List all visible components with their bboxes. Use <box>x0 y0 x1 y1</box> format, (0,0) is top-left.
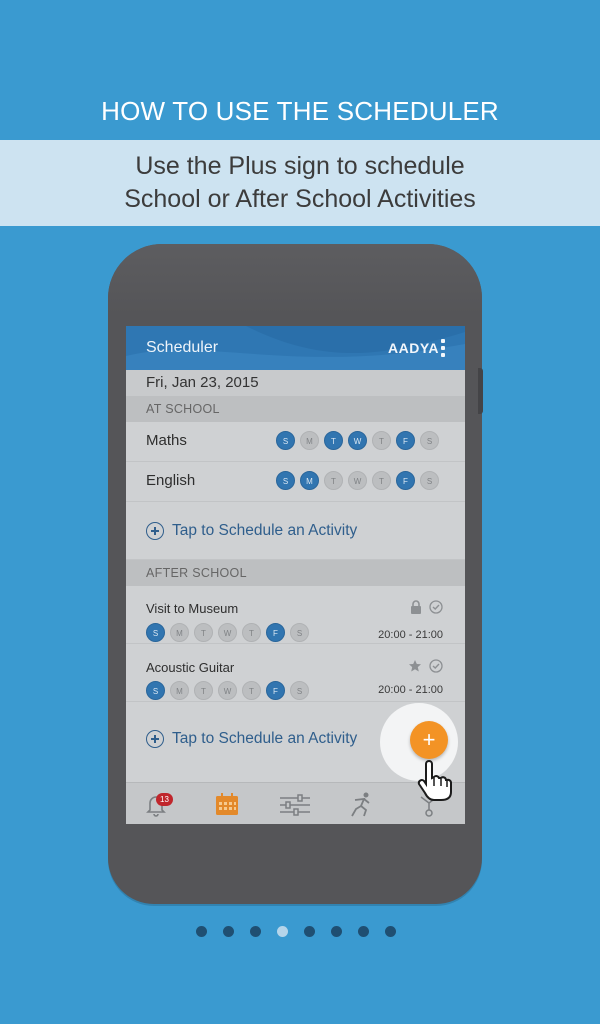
star-icon <box>409 660 421 672</box>
day-toggle[interactable]: S <box>290 623 309 642</box>
day-toggle[interactable]: S <box>146 623 165 642</box>
check-circle-icon <box>429 600 443 614</box>
day-toggle[interactable]: M <box>300 431 319 450</box>
day-toggle[interactable]: S <box>290 681 309 700</box>
add-circle-icon <box>146 730 164 748</box>
lock-icon <box>411 600 421 614</box>
day-toggle[interactable]: S <box>276 471 295 490</box>
activity-time: 20:00 - 21:00 <box>378 684 443 696</box>
day-toggle[interactable]: T <box>242 623 261 642</box>
activity-row-guitar[interactable]: Acoustic Guitar SMTWTFS 20:00 - 21:00 <box>126 644 465 702</box>
add-circle-icon <box>146 522 164 540</box>
app-bar: Scheduler AADYA <box>126 326 465 370</box>
page-dot[interactable] <box>196 926 207 937</box>
page-dot[interactable] <box>250 926 261 937</box>
day-toggle[interactable]: T <box>194 681 213 700</box>
day-toggle[interactable]: T <box>194 623 213 642</box>
at-school-schedule-row[interactable]: Tap to Schedule an Activity <box>126 502 465 560</box>
day-toggle[interactable]: T <box>372 431 391 450</box>
day-selector: SMTWTFS <box>276 431 439 450</box>
tap-schedule-after-school[interactable]: Tap to Schedule an Activity <box>146 730 357 748</box>
after-school-header: AFTER SCHOOL <box>126 560 465 586</box>
day-toggle[interactable]: T <box>324 431 343 450</box>
app-title: Scheduler <box>146 339 219 356</box>
page-dot[interactable] <box>385 926 396 937</box>
day-selector: SMTWTFS <box>146 623 309 642</box>
day-toggle[interactable]: W <box>218 681 237 700</box>
day-toggle[interactable]: S <box>146 681 165 700</box>
subheading-line-2: School or After School Activities <box>124 185 476 213</box>
subheading-band: Use the Plus sign to schedule School or … <box>0 140 600 226</box>
check-circle-icon <box>429 659 443 673</box>
tab-calendar[interactable] <box>213 791 241 819</box>
day-toggle[interactable]: W <box>348 471 367 490</box>
selected-date[interactable]: Fri, Jan 23, 2015 <box>126 370 465 396</box>
aadya-logo: AADYA <box>388 340 439 356</box>
page-dot[interactable] <box>304 926 315 937</box>
subheading-line-1: Use the Plus sign to schedule <box>135 152 465 180</box>
page-dot[interactable] <box>358 926 369 937</box>
day-toggle[interactable]: W <box>348 431 367 450</box>
day-selector: SMTWTFS <box>276 471 439 490</box>
calendar-icon <box>216 793 238 815</box>
at-school-header: AT SCHOOL <box>126 396 465 422</box>
add-activity-fab[interactable]: + <box>410 721 448 759</box>
day-toggle[interactable]: F <box>396 431 415 450</box>
activity-time: 20:00 - 21:00 <box>378 629 443 641</box>
day-toggle[interactable]: M <box>170 681 189 700</box>
subject-row-maths[interactable]: Maths SMTWTFS <box>126 422 465 462</box>
activity-name: Visit to Museum <box>146 601 239 616</box>
subject-name: English <box>146 472 196 489</box>
day-toggle[interactable]: M <box>170 623 189 642</box>
day-toggle[interactable]: S <box>276 431 295 450</box>
day-selector: SMTWTFS <box>146 681 309 700</box>
activity-icon <box>351 792 370 817</box>
notification-count-badge: 13 <box>156 793 173 806</box>
page-dot[interactable] <box>277 926 288 937</box>
page-heading: HOW TO USE THE SCHEDULER <box>101 96 499 126</box>
overflow-menu-icon[interactable] <box>441 339 445 357</box>
day-toggle[interactable]: S <box>420 431 439 450</box>
day-toggle[interactable]: F <box>396 471 415 490</box>
day-toggle[interactable]: F <box>266 681 285 700</box>
tab-activities[interactable] <box>347 791 375 819</box>
tap-schedule-at-school[interactable]: Tap to Schedule an Activity <box>146 522 357 540</box>
day-toggle[interactable]: S <box>420 471 439 490</box>
phone-side-button <box>478 368 483 414</box>
activity-row-museum[interactable]: Visit to Museum SMTWTFS 20:00 - 21:00 <box>126 586 465 644</box>
activity-name: Acoustic Guitar <box>146 660 235 675</box>
page-dot[interactable] <box>223 926 234 937</box>
day-toggle[interactable]: T <box>242 681 261 700</box>
sliders-icon <box>280 794 310 816</box>
pointing-hand-icon <box>417 760 452 801</box>
day-toggle[interactable]: T <box>324 471 343 490</box>
page-indicator <box>196 926 396 937</box>
day-toggle[interactable]: W <box>218 623 237 642</box>
day-toggle[interactable]: M <box>300 471 319 490</box>
day-toggle[interactable]: F <box>266 623 285 642</box>
subject-name: Maths <box>146 432 187 449</box>
page-dot[interactable] <box>331 926 342 937</box>
day-toggle[interactable]: T <box>372 471 391 490</box>
subject-row-english[interactable]: English SMTWTFS <box>126 462 465 502</box>
tab-settings[interactable] <box>278 791 312 819</box>
